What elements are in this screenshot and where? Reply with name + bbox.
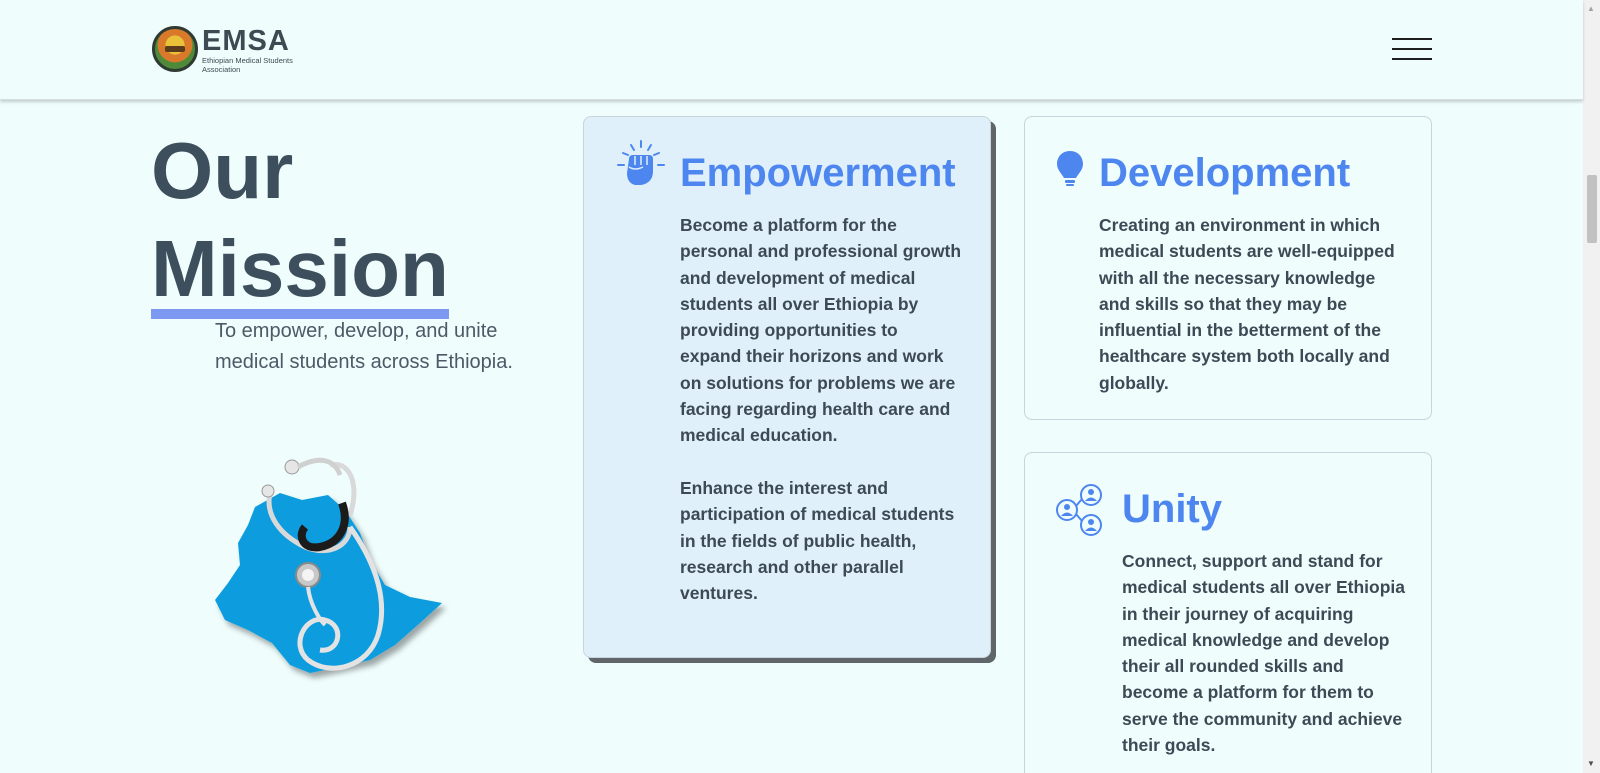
development-title: Development xyxy=(1099,151,1351,195)
empowerment-title: Empowerment xyxy=(680,151,956,195)
mission-heading-line1: Our xyxy=(151,126,294,215)
ethiopia-map-stethoscope-image xyxy=(215,457,442,673)
empowerment-paragraph-2: Enhance the interest and participation o… xyxy=(680,478,955,604)
unity-title: Unity xyxy=(1122,487,1222,531)
lightbulb-icon xyxy=(1057,151,1083,186)
page-scrollbar[interactable]: ▲ ▼ xyxy=(1583,0,1600,773)
emsa-logo[interactable]: EMSA Ethiopian Medical Students Associat… xyxy=(152,26,298,74)
scroll-up-arrow-icon[interactable]: ▲ xyxy=(1587,4,1595,13)
unity-card[interactable]: Unity Connect, support and stand for med… xyxy=(1024,452,1432,773)
site-header: EMSA Ethiopian Medical Students Associat… xyxy=(0,0,1583,100)
mission-description: To empower, develop, and unite medical s… xyxy=(215,320,513,373)
emsa-seal-icon xyxy=(152,26,198,72)
development-card[interactable]: Development Creating an environment in w… xyxy=(1024,116,1432,420)
logo-subtitle: Ethiopian Medical Students Association xyxy=(202,56,293,74)
logo-title: EMSA xyxy=(202,25,290,57)
raised-fist-icon xyxy=(617,140,665,185)
hamburger-menu-icon[interactable] xyxy=(1392,38,1432,62)
development-paragraph: Creating an environment in which medical… xyxy=(1099,215,1395,393)
mission-heading-line2: Mission xyxy=(151,229,449,319)
empowerment-card[interactable]: Empowerment Become a platform for the pe… xyxy=(583,116,991,658)
unity-paragraph: Connect, support and stand for medical s… xyxy=(1122,551,1405,756)
empowerment-paragraph-1: Become a platform for the personal and p… xyxy=(680,215,962,446)
mission-heading: Our Mission xyxy=(151,122,449,319)
scroll-down-arrow-icon[interactable]: ▼ xyxy=(1587,759,1595,768)
network-people-icon xyxy=(1056,484,1102,536)
scroll-thumb[interactable] xyxy=(1587,175,1597,243)
